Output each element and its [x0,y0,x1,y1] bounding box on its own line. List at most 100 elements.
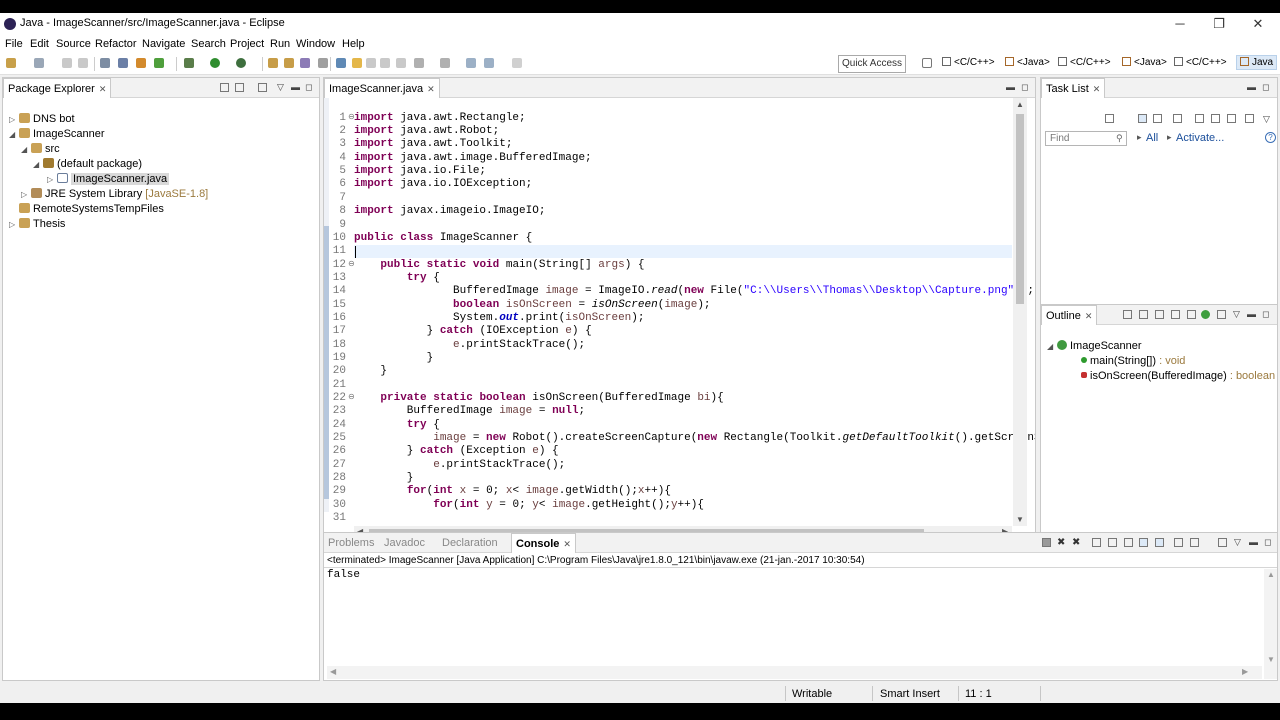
show-on-stdout-icon[interactable] [1139,538,1148,547]
tree-item-remote-systems[interactable]: RemoteSystemsTempFiles [9,202,164,217]
public-members-icon[interactable] [1201,310,1210,319]
tab-outline[interactable]: Outline ✕ [1041,305,1098,325]
outline-member-main[interactable]: main(String[]) : void [1081,354,1185,369]
remove-launch-icon[interactable]: ✖ [1057,537,1065,548]
tree-item-imagescanner[interactable]: ◢ ImageScanner [9,127,105,142]
maximize-view-icon[interactable]: ◻ [1262,82,1269,93]
menu-search[interactable]: Search [191,38,226,50]
tree-item-dns-bot[interactable]: ▷ DNS bot [9,112,75,127]
scroll-down-icon[interactable]: ▼ [1016,515,1024,524]
hide-local-types-icon[interactable] [1217,310,1226,319]
close-button[interactable]: ✕ [1238,15,1278,33]
collapse-all-icon[interactable] [220,83,229,92]
next-annotation-icon[interactable] [396,58,406,68]
menu-refactor[interactable]: Refactor [95,38,137,50]
forward-icon[interactable] [484,58,494,68]
restore-button[interactable]: ❐ [1199,15,1239,33]
tab-declaration[interactable]: Declaration [438,533,502,553]
show-whitespace-icon[interactable] [380,58,390,68]
collapse-all-icon[interactable] [1227,114,1236,123]
filter-icon[interactable] [1195,114,1204,123]
minimize-view-icon[interactable]: ▬ [1247,82,1256,92]
tab-console[interactable]: Console ✕ [511,533,576,553]
remove-all-terminated-icon[interactable]: ✖ [1072,537,1080,548]
maximize-view-icon[interactable]: ◻ [305,82,312,93]
view-menu-icon[interactable] [258,83,267,92]
build-icon[interactable] [136,58,146,68]
close-icon[interactable]: ✕ [99,84,107,94]
last-edit-icon[interactable] [440,58,450,68]
terminal-icon[interactable] [100,58,110,68]
chevron-right-icon[interactable]: ▷ [9,217,19,232]
scroll-down-icon[interactable]: ▼ [1267,655,1275,664]
new-task-icon[interactable] [1105,114,1114,123]
perspective-cpp-2[interactable]: <C/C++> [1058,57,1111,68]
print-icon[interactable] [78,58,88,68]
tree-item-default-package[interactable]: ◢ (default package) [33,157,142,172]
make-target-icon[interactable] [154,58,164,68]
search-icon[interactable] [318,58,328,68]
pin-editor-icon[interactable] [512,58,522,68]
chevron-down-icon[interactable]: ◢ [21,142,31,157]
maximize-view-icon[interactable]: ◻ [1264,537,1271,548]
new-package-icon[interactable] [284,58,294,68]
tab-imagescanner-java[interactable]: ImageScanner.java ✕ [324,78,440,98]
menu-project[interactable]: Project [230,38,264,50]
tab-task-list[interactable]: Task List ✕ [1041,78,1106,98]
debug-icon[interactable] [184,58,194,68]
perspective-java-1[interactable]: <Java> [1005,57,1050,68]
menu-window[interactable]: Window [296,38,335,50]
console-horizontal-scrollbar[interactable] [327,666,1262,679]
tab-package-explorer[interactable]: Package Explorer ✕ [3,78,112,98]
open-console-icon[interactable] [1218,538,1227,547]
collapse-all-icon[interactable] [1123,310,1132,319]
new-icon[interactable] [6,58,16,68]
scroll-left-icon[interactable]: ◀ [330,667,336,676]
hide-static-icon[interactable] [1171,310,1180,319]
chevron-down-icon[interactable]: ▽ [1234,537,1241,548]
find-input[interactable]: Find ⚲ [1045,131,1127,146]
pin-console-icon[interactable] [1174,538,1183,547]
display-selected-console-icon[interactable] [1190,538,1199,547]
outline-root[interactable]: ◢ ImageScanner [1047,339,1142,354]
minimize-button[interactable]: ─ [1160,15,1200,33]
scheduled-icon[interactable] [1153,114,1162,123]
tree-item-thesis[interactable]: ▷ Thesis [9,217,65,232]
outline-member-isonscreen[interactable]: isOnScreen(BufferedImage) : boolean [1081,369,1275,384]
chevron-down-icon[interactable]: ◢ [1047,339,1057,354]
perspective-java-active[interactable]: Java [1236,55,1278,70]
previous-annotation-icon[interactable] [414,58,424,68]
menu-run[interactable]: Run [270,38,290,50]
clear-console-icon[interactable] [1092,538,1101,547]
tree-item-jre-library[interactable]: ▷ JRE System Library [JavaSE-1.8] [21,187,208,202]
perspective-cpp-1[interactable]: <C/C++> [942,57,995,68]
close-icon[interactable]: ✕ [427,84,435,94]
menu-edit[interactable]: Edit [30,38,49,50]
word-wrap-icon[interactable] [1124,538,1133,547]
block-selection-icon[interactable] [366,58,376,68]
tab-javadoc[interactable]: Javadoc [380,533,429,553]
chevron-down-icon[interactable]: ▽ [277,82,284,93]
vertical-scrollbar-thumb[interactable] [1016,114,1024,304]
chevron-down-icon[interactable]: ▽ [1233,309,1240,320]
perspective-cpp-3[interactable]: <C/C++> [1174,57,1227,68]
hide-non-public-icon[interactable] [1187,310,1196,319]
menu-source[interactable]: Source [56,38,91,50]
scroll-up-icon[interactable]: ▲ [1267,570,1275,579]
open-perspective-icon[interactable] [922,58,932,68]
chevron-right-icon[interactable]: ▷ [47,172,57,187]
close-icon[interactable]: ✕ [1093,84,1101,94]
hide-fields-icon[interactable] [1155,310,1164,319]
chevron-right-icon[interactable]: ▷ [9,112,19,127]
menu-help[interactable]: Help [342,38,365,50]
help-icon[interactable]: ? [1265,132,1276,143]
categorized-icon[interactable] [1138,114,1147,123]
save-all-icon[interactable] [62,58,72,68]
maximize-view-icon[interactable]: ◻ [1021,82,1028,93]
close-icon[interactable]: ✕ [1085,311,1093,321]
minimize-view-icon[interactable]: ▬ [291,82,300,92]
sort-icon[interactable] [1139,310,1148,319]
chevron-down-icon[interactable]: ◢ [33,157,43,172]
scroll-up-icon[interactable]: ▲ [1016,100,1024,109]
tree-item-src[interactable]: ◢ src [21,142,60,157]
